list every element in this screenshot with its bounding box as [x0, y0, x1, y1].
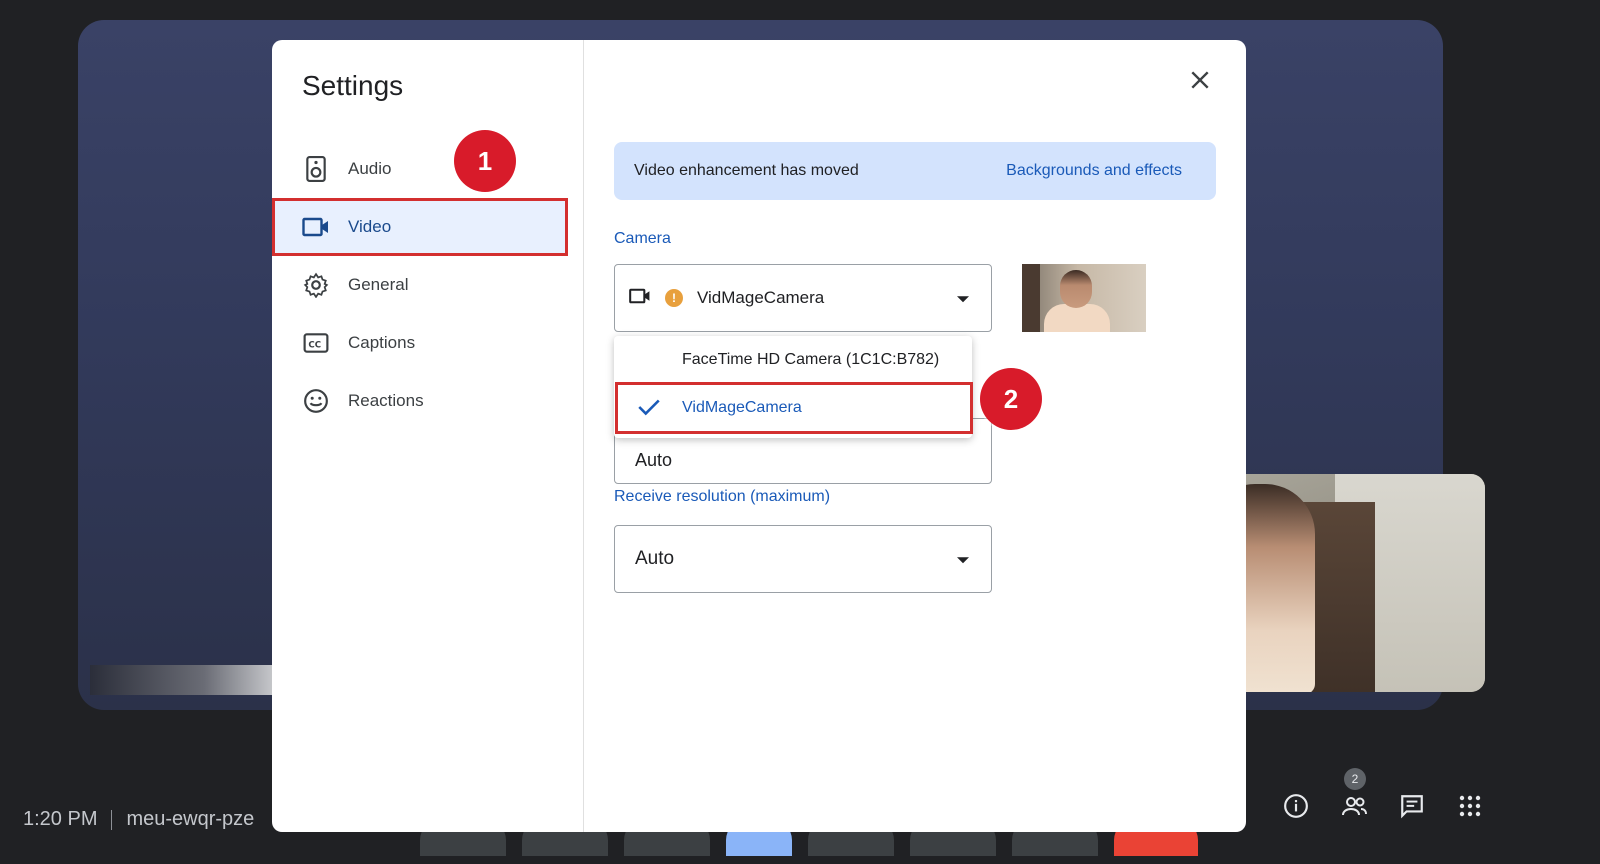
- meeting-time: 1:20 PM: [23, 808, 98, 830]
- meeting-details: 1:20 PM meu-ewqr-pze: [23, 808, 254, 831]
- receive-resolution-select[interactable]: Auto: [614, 525, 992, 593]
- activities-icon[interactable]: [1454, 790, 1486, 822]
- settings-nav: Audio Video General CC Captions Reaction…: [272, 140, 584, 430]
- annotation-step-2: 2: [980, 368, 1042, 430]
- nav-item-captions[interactable]: CC Captions: [272, 314, 584, 372]
- camera-select[interactable]: ! VidMageCamera: [614, 264, 992, 332]
- preview-background: [1022, 264, 1040, 332]
- video-camera-icon: [629, 287, 651, 310]
- people-icon[interactable]: 2: [1338, 768, 1370, 822]
- captions-icon: CC: [302, 329, 330, 357]
- nav-item-label: General: [348, 275, 409, 294]
- annotation-step-1: 1: [454, 130, 516, 192]
- receive-resolution-label: Receive resolution (maximum): [614, 488, 831, 505]
- receive-resolution-value: Auto: [635, 548, 675, 569]
- chevron-down-icon: [957, 557, 969, 564]
- banner-message: Video enhancement has moved: [634, 162, 859, 179]
- camera-label: Camera: [614, 230, 671, 247]
- participant-name-strip: [90, 665, 280, 695]
- nav-item-audio[interactable]: Audio: [272, 140, 584, 198]
- video-enhancement-banner: Video enhancement has moved Backgrounds …: [614, 142, 1216, 200]
- nav-item-label: Video: [348, 217, 392, 236]
- nav-item-label: Captions: [348, 333, 416, 352]
- camera-selected-value: VidMageCamera: [697, 288, 825, 307]
- close-icon: [1191, 71, 1209, 89]
- nav-item-label: Audio: [348, 159, 392, 178]
- backgrounds-effects-link[interactable]: Backgrounds and effects: [1006, 162, 1182, 180]
- meeting-code: meu-ewqr-pze: [126, 808, 255, 830]
- video-camera-icon: [302, 213, 330, 241]
- nav-item-general[interactable]: General: [272, 256, 584, 314]
- close-button[interactable]: [1182, 62, 1218, 98]
- annotation-highlight-box: [615, 382, 973, 434]
- self-video-tile[interactable]: [1215, 474, 1485, 692]
- preview-person-body: [1044, 304, 1110, 332]
- camera-preview: [1022, 264, 1146, 332]
- speaker-icon: [302, 155, 330, 183]
- nav-item-video[interactable]: Video: [272, 198, 568, 256]
- info-icon[interactable]: [1280, 790, 1312, 822]
- camera-option-facetime[interactable]: FaceTime HD Camera (1C1C:B782): [614, 336, 972, 384]
- side-panel-buttons: 2: [1280, 768, 1486, 822]
- nav-item-reactions[interactable]: Reactions: [272, 372, 584, 430]
- dialog-title: Settings: [302, 70, 404, 101]
- smiley-icon: [302, 387, 330, 415]
- gear-icon: [302, 271, 330, 299]
- send-resolution-value: Auto: [635, 449, 673, 470]
- divider: [111, 809, 113, 830]
- participant-count-badge: 2: [1344, 768, 1366, 790]
- nav-item-label: Reactions: [348, 391, 424, 410]
- chevron-down-icon: [957, 296, 969, 303]
- preview-person-head: [1060, 270, 1092, 308]
- warning-icon: !: [665, 289, 683, 307]
- settings-nav-pane: Settings Audio Video General CC Captions…: [272, 40, 584, 832]
- svg-text:CC: CC: [308, 340, 321, 350]
- option-label: FaceTime HD Camera (1C1C:B782): [682, 351, 940, 368]
- chat-icon[interactable]: [1396, 790, 1428, 822]
- settings-dialog: Settings Audio Video General CC Captions…: [272, 40, 1246, 832]
